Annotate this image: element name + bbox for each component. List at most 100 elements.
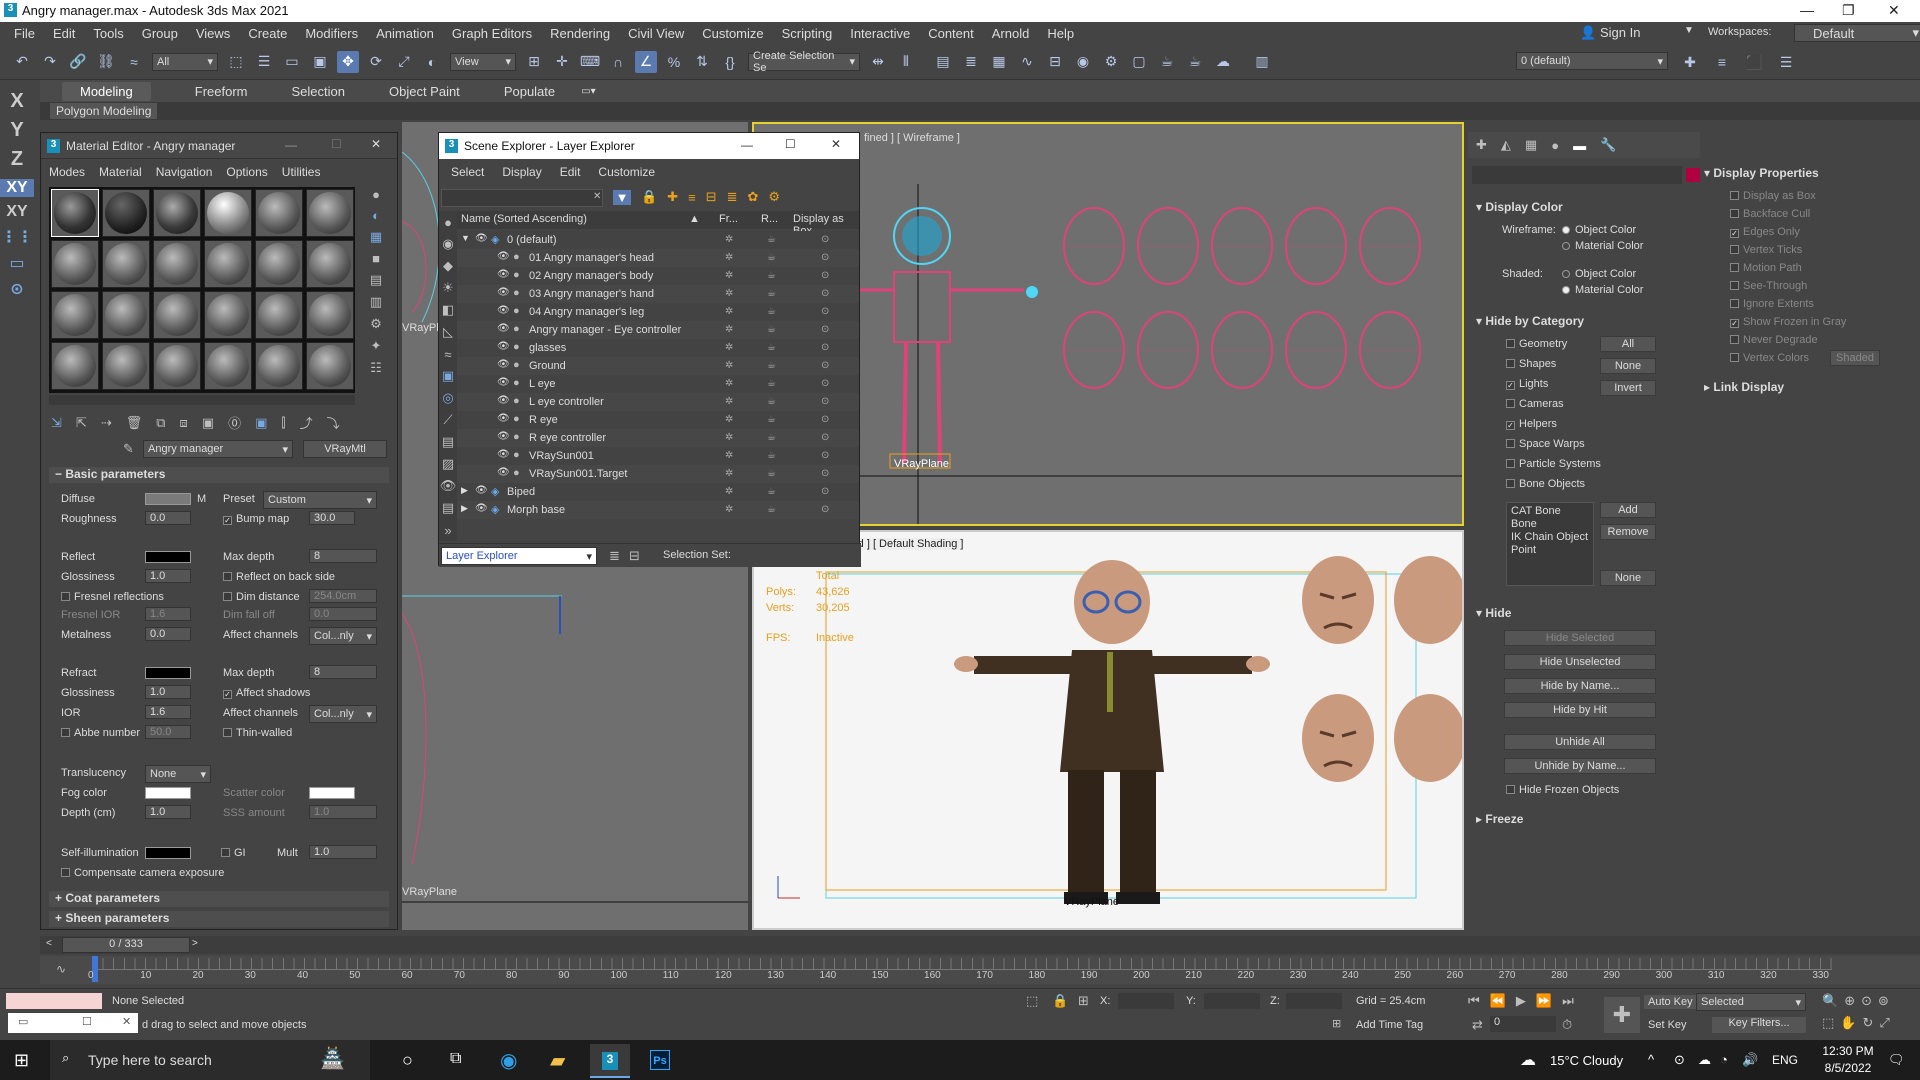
display-hidden-icon[interactable]: 👁 — [439, 475, 457, 497]
reflect-affect-channels-dropdown[interactable]: Col...nly ▾ — [309, 627, 377, 645]
table-row[interactable]: 👁 ● 04 Angry manager's leg ✲ ☕ ⊙ — [457, 303, 859, 321]
renderable-toggle-icon[interactable]: ☕ — [767, 450, 776, 461]
display-as-box-icon[interactable]: ⊙ — [821, 252, 829, 263]
dim-distance-spinner[interactable]: 254.0cm — [309, 589, 377, 603]
visibility-eye-icon[interactable]: 👁 — [497, 395, 510, 406]
schematic-view-icon[interactable]: ⊟ — [1044, 51, 1066, 73]
material-slot[interactable] — [306, 240, 354, 288]
vertex-colors-shaded-button[interactable]: Shaded — [1830, 350, 1880, 366]
display-property-checkbox[interactable]: Never Degrade — [1730, 334, 1846, 352]
display-property-checkbox[interactable]: ✓ Edges Only — [1730, 226, 1846, 244]
time-slider-thumb[interactable]: 0 / 333 — [62, 937, 190, 953]
make-unique-icon[interactable]: ⧈ — [180, 415, 188, 431]
unhide-by-name-button[interactable]: Unhide by Name... — [1504, 758, 1656, 774]
hide-by-category-rollout[interactable]: ▾ Hide by Category — [1476, 314, 1584, 328]
time-config-icon[interactable]: ⏱ — [1562, 1017, 1572, 1033]
renderable-toggle-icon[interactable]: ☕ — [767, 414, 776, 425]
get-material-icon[interactable]: ⇲ — [51, 415, 62, 431]
material-slot[interactable] — [51, 291, 99, 339]
material-slot[interactable] — [51, 240, 99, 288]
fog-color-swatch[interactable] — [145, 787, 191, 799]
column-name-header[interactable]: Name (Sorted Ascending) — [461, 213, 587, 225]
maxscript-listener[interactable] — [6, 993, 102, 1009]
polygon-modeling-tab[interactable]: Polygon Modeling — [50, 103, 158, 119]
close-icon[interactable]: ✕ — [1888, 2, 1900, 19]
clock-date[interactable]: 8/5/2022 — [1818, 1061, 1878, 1075]
display-as-box-icon[interactable]: ⊙ — [821, 396, 829, 407]
background-icon[interactable]: ▦ — [365, 229, 387, 245]
key-filters-button[interactable]: Key Filters... — [1712, 1017, 1806, 1033]
table-row[interactable]: ▶ 👁 ◈ Morph base ✲ ☕ ⊙ — [457, 501, 859, 519]
key-mode-icon[interactable]: ⇄ — [1472, 1017, 1483, 1033]
frozen-toggle-icon[interactable]: ✲ — [725, 396, 733, 407]
object-name-field[interactable] — [1472, 166, 1682, 184]
curve-editor-icon[interactable]: ∿ — [1016, 51, 1038, 73]
layer-options-icon[interactable]: ⚙ — [768, 189, 780, 205]
display-bones-icon[interactable]: ⟋ — [439, 409, 457, 431]
clear-search-icon[interactable]: ✕ — [593, 191, 601, 202]
make-copy-icon[interactable]: ⧉ — [156, 415, 165, 431]
menu-graph-editors[interactable]: Graph Editors — [452, 26, 532, 41]
axis-z-button[interactable]: Z — [0, 148, 34, 171]
material-slot[interactable] — [204, 291, 252, 339]
link-display-rollout[interactable]: ▸ Link Display — [1704, 380, 1784, 394]
previous-frame-icon[interactable]: ⏪ — [1490, 993, 1506, 1009]
category-checkbox[interactable]: Shapes — [1506, 358, 1601, 378]
language-indicator[interactable]: ENG — [1772, 1053, 1798, 1067]
axis-xy-cycle-button[interactable]: XY — [0, 203, 34, 221]
table-row[interactable]: ▼ 👁 ◈ 0 (default) ✲ ☕ ⊙ — [457, 231, 859, 249]
shaded-material-color-radio[interactable]: Material Color — [1562, 284, 1643, 296]
select-object-icon[interactable]: ⬚ — [225, 51, 247, 73]
lock-icon[interactable]: 🔒 — [641, 189, 657, 205]
key-set-dropdown[interactable]: Selected ▾ — [1696, 993, 1806, 1011]
menu-group[interactable]: Group — [142, 26, 178, 41]
visibility-eye-icon[interactable]: 👁 — [497, 377, 510, 388]
unlink-icon[interactable]: ⛓ — [95, 51, 117, 73]
material-navigator-icon[interactable]: ☷ — [365, 360, 387, 376]
rect-selection-icon[interactable]: ▭ — [281, 51, 303, 73]
display-helpers-icon[interactable]: ◺ — [439, 321, 457, 343]
menu-tools[interactable]: Tools — [93, 26, 123, 41]
scene-menu-edit[interactable]: Edit — [560, 165, 581, 179]
display-property-checkbox[interactable]: ✓ Show Frozen in Gray — [1730, 316, 1846, 334]
move-icon[interactable]: ✥ — [337, 50, 359, 73]
rotate-icon[interactable]: ⟳ — [365, 51, 387, 73]
curve-editor-mini-icon[interactable]: ∿ — [56, 962, 66, 976]
expand-icon[interactable]: ▶ — [461, 485, 468, 496]
refract-max-depth-spinner[interactable]: 8 — [309, 665, 377, 679]
scene-search-input[interactable] — [441, 189, 603, 207]
renderable-toggle-icon[interactable]: ☕ — [767, 288, 776, 299]
display-properties-rollout[interactable]: ▾ Display Properties — [1704, 166, 1819, 180]
ribbon-tab-freeform[interactable]: Freeform — [195, 84, 248, 99]
frozen-toggle-icon[interactable]: ✲ — [725, 360, 733, 371]
select-by-material-icon[interactable]: ✦ — [365, 338, 387, 354]
ribbon-tab-modeling[interactable]: Modeling — [62, 81, 151, 101]
ribbon-tab-selection[interactable]: Selection — [292, 84, 345, 99]
create-tab-icon[interactable]: ✚ — [1476, 137, 1487, 153]
preset-dropdown[interactable]: Custom ▾ — [263, 491, 377, 509]
options-icon[interactable]: ⊟ — [629, 548, 640, 564]
close-icon[interactable]: ✕ — [831, 137, 841, 151]
go-forward-icon[interactable]: ⤵ — [327, 413, 340, 432]
menu-animation[interactable]: Animation — [376, 26, 434, 41]
expand-icon[interactable]: ▶ — [461, 503, 468, 514]
material-type-button[interactable]: VRayMtl — [303, 440, 387, 458]
affect-shadows-checkbox[interactable]: ✓ Affect shadows — [223, 687, 310, 699]
frozen-toggle-icon[interactable]: ✲ — [725, 270, 733, 281]
reflect-color-swatch[interactable] — [145, 551, 191, 563]
material-slot[interactable] — [102, 342, 150, 390]
add-to-layer-icon[interactable]: ≡ — [1711, 51, 1733, 73]
fresnel-checkbox[interactable]: Fresnel reflections — [61, 591, 164, 603]
time-slider-prev-icon[interactable]: < — [46, 938, 52, 949]
category-checkbox[interactable]: Bone Objects — [1506, 478, 1601, 498]
material-slot[interactable] — [153, 342, 201, 390]
render-iterative-icon[interactable]: ☕ — [1184, 51, 1206, 73]
menu-scripting[interactable]: Scripting — [782, 26, 833, 41]
minimize-icon[interactable]: — — [1800, 2, 1814, 18]
display-as-box-icon[interactable]: ⊙ — [821, 360, 829, 371]
object-color-swatch[interactable] — [1686, 168, 1700, 182]
sheen-parameters-rollout[interactable]: + Sheen parameters — [49, 911, 389, 927]
selection-filter-dropdown[interactable]: All ▾ — [152, 52, 218, 71]
next-frame-icon[interactable]: ⏩ — [1536, 993, 1552, 1009]
bone-none-button[interactable]: None — [1600, 570, 1656, 586]
